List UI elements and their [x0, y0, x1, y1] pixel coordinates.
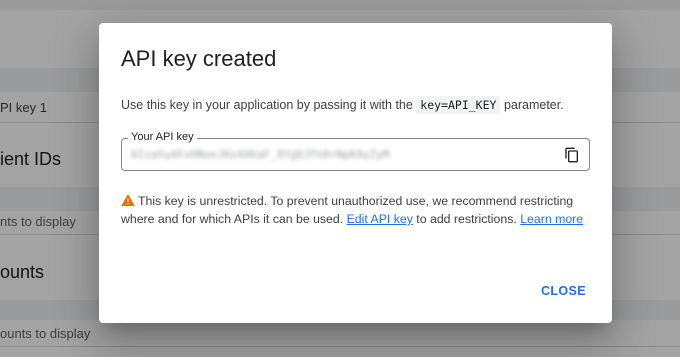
api-key-field[interactable]: Your API key AIzaSyAFxHNoeJKo4XKaF_8YgDJ… [121, 131, 590, 171]
copy-icon[interactable] [564, 147, 580, 163]
dialog-description: Use this key in your application by pass… [121, 96, 564, 114]
warning-icon [121, 193, 135, 206]
api-key-value[interactable]: AIzaSyAFxHNoeJKo4XKaF_8YgDJFh0rNpK9yZyM [131, 148, 389, 161]
description-text-after: parameter. [500, 98, 564, 112]
dialog-title: API key created [121, 46, 277, 71]
description-code: key=API_KEY [416, 96, 501, 114]
learn-more-link[interactable]: Learn more [520, 212, 583, 226]
description-text-before: Use this key in your application by pass… [121, 98, 417, 112]
warning-text-middle: to add restrictions. [412, 212, 521, 226]
close-button[interactable]: CLOSE [541, 284, 586, 298]
edit-api-key-link[interactable]: Edit API key [347, 212, 413, 226]
unrestricted-warning: This key is unrestricted. To prevent una… [121, 192, 591, 228]
api-key-label: Your API key [128, 131, 197, 143]
api-key-dialog: API key created Use this key in your app… [99, 23, 612, 323]
